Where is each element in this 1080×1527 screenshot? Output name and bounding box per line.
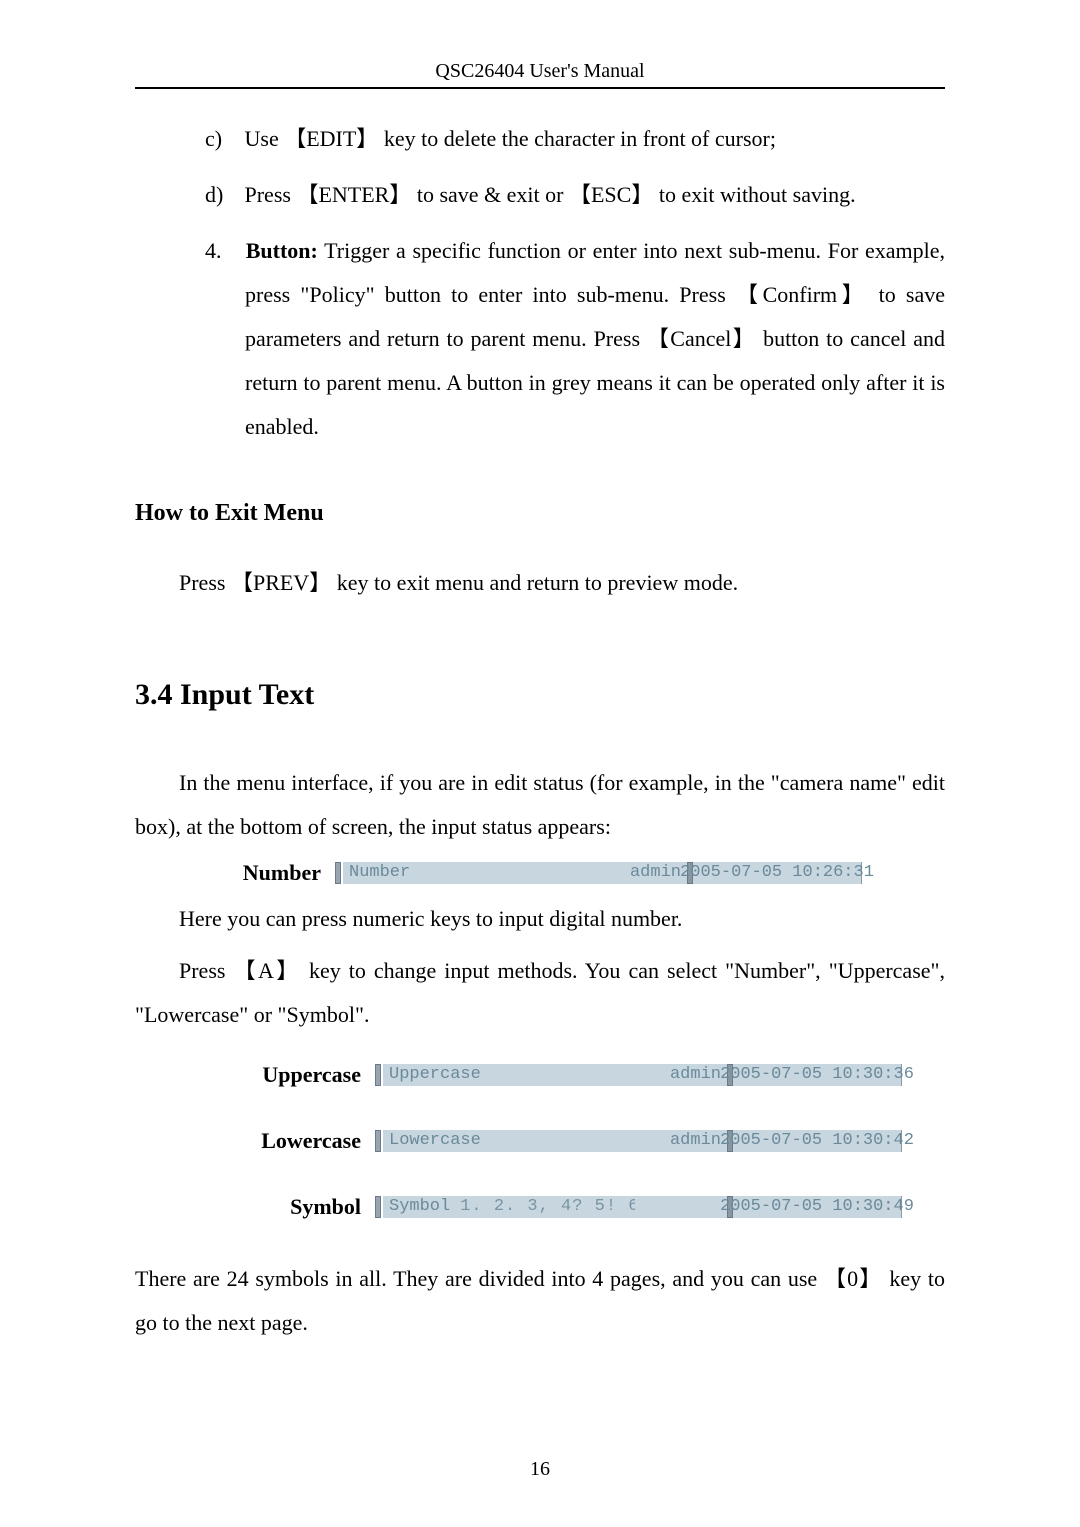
sub-item-c-label: c) xyxy=(205,117,239,161)
change-method-paragraph: Press 【A】 key to change input methods. Y… xyxy=(135,949,945,1037)
row-label-number: Number xyxy=(195,851,335,895)
status-bar-uppercase: Uppercase admin 2005-07-05 10:30:36 xyxy=(375,1064,902,1086)
header-rule xyxy=(135,87,945,89)
heading-exit-menu: How to Exit Menu xyxy=(135,489,945,537)
status-bar-mode: Symbol 1. 2. 3, 4? 5! 6: xyxy=(383,1196,635,1218)
sub-item-c: c) Use 【EDIT】 key to delete the characte… xyxy=(205,117,945,161)
ordered-list-continuation: c) Use 【EDIT】 key to delete the characte… xyxy=(205,117,945,449)
exit-menu-paragraph: Press 【PREV】 key to exit menu and return… xyxy=(135,561,945,605)
status-row-uppercase: Uppercase Uppercase admin 2005-07-05 10:… xyxy=(195,1053,945,1097)
status-bar-symbol: Symbol 1. 2. 3, 4? 5! 6: 2005-07-05 10:3… xyxy=(375,1196,902,1218)
sub-item-d-text-after: to exit without saving. xyxy=(659,182,856,207)
sub-item-d-label: d) xyxy=(205,173,239,217)
status-bar-mode-text: Symbol xyxy=(389,1190,450,1224)
status-bar-user: admin xyxy=(595,862,687,884)
status-bar-mode: Number xyxy=(343,862,595,884)
status-bar-group: Uppercase Uppercase admin 2005-07-05 10:… xyxy=(135,1053,945,1229)
status-bar-number: Number admin 2005-07-05 10:26:31 xyxy=(335,862,862,884)
esc-key: 【ESC】 xyxy=(569,182,653,207)
status-bar-stripe xyxy=(375,1196,381,1218)
status-bar-mode: Lowercase xyxy=(383,1130,635,1152)
status-bar-user: admin xyxy=(635,1064,727,1086)
exit-menu-before: Press xyxy=(179,570,225,595)
status-row-number: Number Number admin 2005-07-05 10:26:31 xyxy=(195,851,945,895)
edit-key: 【EDIT】 xyxy=(284,126,378,151)
status-bar-timestamp: 2005-07-05 10:26:31 xyxy=(693,862,862,884)
sub-item-d-text-mid: to save & exit or xyxy=(417,182,564,207)
symbols-paragraph: There are 24 symbols in all. They are di… xyxy=(135,1257,945,1345)
change-method-before: Press xyxy=(179,958,225,983)
row-label-symbol: Symbol xyxy=(195,1185,375,1229)
header-title: QSC26404 User's Manual xyxy=(135,60,945,87)
row-label-uppercase: Uppercase xyxy=(195,1053,375,1097)
status-row-symbol: Symbol Symbol 1. 2. 3, 4? 5! 6: 2005-07-… xyxy=(195,1185,945,1229)
sub-item-c-text-before: Use xyxy=(245,126,279,151)
status-bar-user xyxy=(635,1196,727,1218)
list-item-4-label: 4. xyxy=(205,229,239,273)
manual-page: QSC26404 User's Manual c) Use 【EDIT】 key… xyxy=(0,0,1080,1527)
list-item-4: 4. Button: Trigger a specific function o… xyxy=(245,229,945,449)
input-text-intro: In the menu interface, if you are in edi… xyxy=(135,761,945,849)
status-row-lowercase: Lowercase Lowercase admin 2005-07-05 10:… xyxy=(195,1119,945,1163)
sub-item-d-text-before: Press xyxy=(245,182,291,207)
a-key: 【A】 xyxy=(233,958,300,983)
row-label-lowercase: Lowercase xyxy=(195,1119,375,1163)
enter-key: 【ENTER】 xyxy=(296,182,411,207)
after-number-text: Here you can press numeric keys to input… xyxy=(135,897,945,941)
status-bar-timestamp: 2005-07-05 10:30:42 xyxy=(733,1130,902,1152)
status-bar-symbol-chars: 1. 2. 3, 4? 5! 6: xyxy=(450,1190,650,1224)
status-bar-timestamp: 2005-07-05 10:30:49 xyxy=(733,1196,902,1218)
list-item-4-lead: Button: xyxy=(246,238,318,263)
sub-item-d: d) Press 【ENTER】 to save & exit or 【ESC】… xyxy=(205,173,945,217)
heading-input-text: 3.4 Input Text xyxy=(135,665,945,725)
sub-item-c-text-after: key to delete the character in front of … xyxy=(384,126,776,151)
confirm-key: 【Confirm】 xyxy=(736,282,869,307)
status-bar-mode: Uppercase xyxy=(383,1064,635,1086)
body-content: c) Use 【EDIT】 key to delete the characte… xyxy=(135,117,945,1345)
cancel-key: 【Cancel】 xyxy=(647,326,756,351)
status-bar-user: admin xyxy=(635,1130,727,1152)
status-bar-lowercase: Lowercase admin 2005-07-05 10:30:42 xyxy=(375,1130,902,1152)
status-bar-stripe xyxy=(335,862,341,884)
status-bar-stripe xyxy=(375,1064,381,1086)
prev-key: 【PREV】 xyxy=(231,570,331,595)
symbols-before: There are 24 symbols in all. They are di… xyxy=(135,1266,817,1291)
status-bar-timestamp: 2005-07-05 10:30:36 xyxy=(733,1064,902,1086)
exit-menu-after: key to exit menu and return to preview m… xyxy=(337,570,738,595)
status-bar-stripe xyxy=(375,1130,381,1152)
zero-key: 【0】 xyxy=(824,1266,883,1291)
page-number: 16 xyxy=(0,1458,1080,1481)
